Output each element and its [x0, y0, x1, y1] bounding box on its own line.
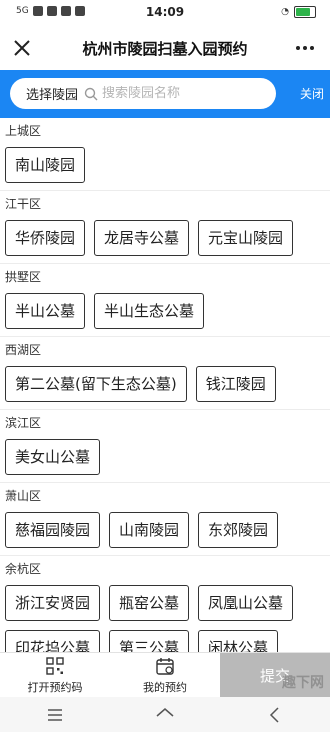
cemetery-chip-group: 华侨陵园 龙居寺公墓 元宝山陵园 — [5, 220, 330, 256]
wifi-icon: ◔ — [281, 7, 289, 17]
close-search-button[interactable]: 关闭 — [300, 85, 324, 102]
cemetery-chip[interactable]: 东郊陵园 — [198, 512, 279, 548]
cemetery-chip-group: 慈福园陵园 山南陵园 东郊陵园 — [5, 512, 330, 548]
status-right: ◔ — [281, 6, 316, 18]
close-icon[interactable] — [8, 34, 36, 62]
my-booking-label: 我的预约 — [143, 680, 187, 694]
search-icon — [84, 87, 98, 100]
cemetery-chip[interactable]: 浙江安贤园 — [5, 585, 101, 621]
watermark: 趣下网 — [282, 675, 324, 691]
cemetery-chip[interactable]: 闲林公墓 — [198, 630, 279, 652]
district-name: 江干区 — [5, 197, 42, 211]
cemetery-select[interactable]: 选择陵园 — [26, 84, 78, 103]
cemetery-chip[interactable]: 半山生态公墓 — [94, 293, 205, 329]
district-section: 江干区华侨陵园 龙居寺公墓 元宝山陵园 — [0, 191, 330, 264]
district-section: 滨江区 美女山公墓 — [0, 410, 330, 483]
district-section: 上城区 南山陵园 — [0, 118, 330, 191]
district-name: 上城区 — [5, 124, 42, 138]
cemetery-chip[interactable]: 山南陵园 — [109, 512, 190, 548]
cemetery-chip[interactable]: 慈福园陵园 — [5, 512, 101, 548]
cemetery-chip[interactable]: 第三公墓 — [109, 630, 190, 652]
cemetery-chip-group: 第二公墓(留下生态公墓) 钱江陵园 — [5, 366, 330, 402]
cemetery-chip-group: 浙江安贤园 瓶窑公墓 凤凰山公墓印花坞公墓 第三公墓 闲林公墓 — [5, 585, 330, 652]
district-section: 拱墅区半山公墓 半山生态公墓 — [0, 264, 330, 337]
cemetery-chip[interactable]: 龙居寺公墓 — [94, 220, 190, 256]
cemetery-chip[interactable]: 第二公墓(留下生态公墓) — [5, 366, 187, 402]
title-bar: 杭州市陵园扫墓入园预约 — [0, 26, 330, 70]
search-bar: 选择陵园 关闭 — [0, 70, 330, 118]
cemetery-chip[interactable]: 美女山公墓 — [5, 439, 101, 475]
search-box: 选择陵园 — [10, 78, 276, 109]
more-icon[interactable] — [296, 38, 320, 58]
open-code-button[interactable]: 打开预约码 — [0, 653, 110, 697]
district-name: 余杭区 — [5, 562, 42, 576]
menu-icon[interactable] — [44, 704, 66, 726]
my-booking-button[interactable]: 我的预约 — [110, 653, 220, 697]
page-title: 杭州市陵园扫墓入园预约 — [82, 39, 248, 58]
battery-fill — [296, 8, 310, 16]
cemetery-chip-group: 半山公墓 半山生态公墓 — [5, 293, 330, 329]
cemetery-chip-group: 美女山公墓 — [5, 439, 330, 475]
cemetery-chip[interactable]: 半山公墓 — [5, 293, 86, 329]
open-code-label: 打开预约码 — [27, 680, 83, 694]
cemetery-chip[interactable]: 南山陵园 — [5, 147, 86, 183]
cemetery-list: 上城区南山陵园江干区华侨陵园 龙居寺公墓 元宝山陵园拱墅区半山公墓 半山生态公墓西湖区… — [0, 118, 330, 652]
search-input[interactable] — [102, 86, 253, 101]
back-icon[interactable] — [264, 704, 286, 726]
district-section: 萧山区慈福园陵园 山南陵园 东郊陵园 — [0, 483, 330, 556]
cemetery-chip[interactable]: 瓶窑公墓 — [109, 585, 190, 621]
battery-icon — [294, 6, 316, 18]
bottom-bar: 打开预约码 我的预约 提交 — [0, 652, 330, 697]
home-icon[interactable] — [154, 704, 176, 726]
district-name: 拱墅区 — [5, 270, 42, 284]
cemetery-chip[interactable]: 印花坞公墓 — [5, 630, 101, 652]
cemetery-chip[interactable]: 元宝山陵园 — [198, 220, 294, 256]
district-section: 西湖区第二公墓(留下生态公墓) 钱江陵园 — [0, 337, 330, 410]
calendar-icon — [156, 657, 174, 675]
cemetery-chip[interactable]: 凤凰山公墓 — [198, 585, 294, 621]
cemetery-chip[interactable]: 华侨陵园 — [5, 220, 86, 256]
district-name: 滨江区 — [5, 416, 42, 430]
qr-code-icon — [46, 656, 64, 675]
district-section: 余杭区浙江安贤园 瓶窑公墓 凤凰山公墓印花坞公墓 第三公墓 闲林公墓 — [0, 556, 330, 652]
status-bar: 5G 14:09 ◔ — [0, 0, 330, 26]
cemetery-chip-group: 南山陵园 — [5, 147, 330, 183]
cemetery-chip[interactable]: 钱江陵园 — [195, 366, 276, 402]
district-name: 萧山区 — [5, 489, 42, 503]
system-nav-bar — [0, 697, 330, 732]
district-name: 西湖区 — [5, 343, 42, 357]
